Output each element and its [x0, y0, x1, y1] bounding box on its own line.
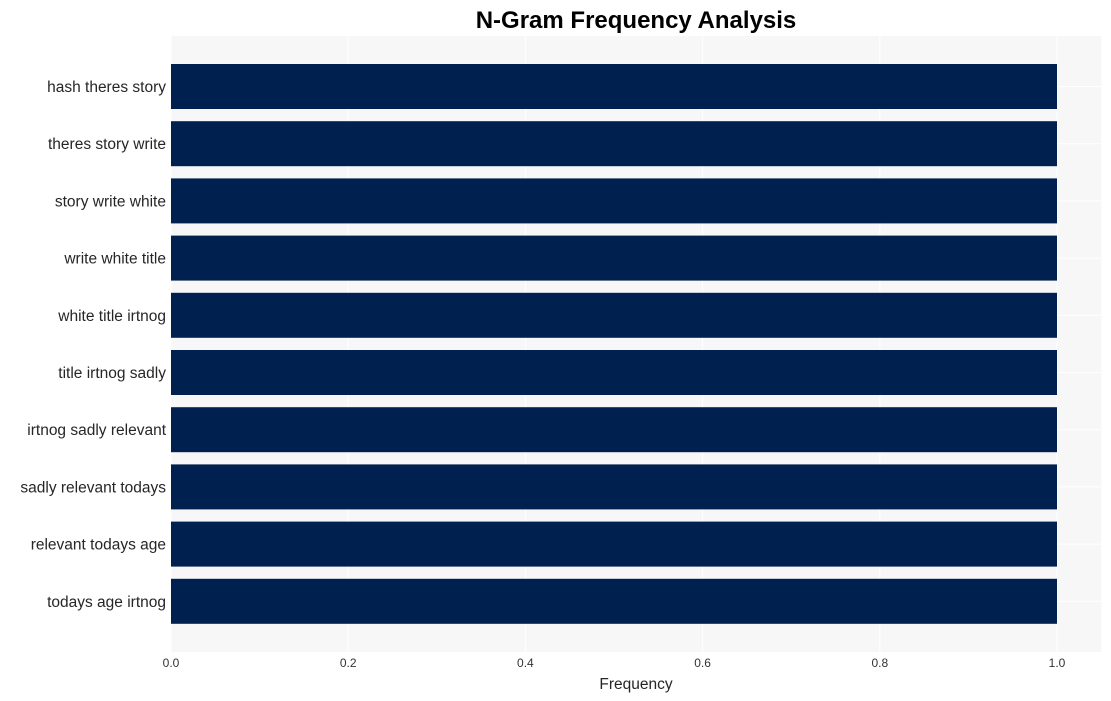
category-labels: hash theres story theres story write story… — [20, 79, 166, 611]
category-label: story write white — [55, 193, 166, 210]
category-label: relevant todays age — [31, 537, 166, 554]
category-label: white title irtnog — [57, 308, 166, 325]
x-tick-labels: 0.0 0.2 0.4 0.6 0.8 1.0 — [163, 656, 1066, 670]
x-tick-label: 0.4 — [517, 656, 534, 670]
category-label: title irtnog sadly — [58, 365, 166, 382]
category-label: sadly relevant todays — [20, 479, 166, 496]
x-tick-label: 0.2 — [340, 656, 357, 670]
bar — [171, 578, 1057, 624]
bar — [171, 121, 1057, 167]
category-label: todays age irtnog — [47, 594, 166, 611]
x-tick-label: 0.6 — [694, 656, 711, 670]
bar — [171, 292, 1057, 338]
x-axis-label: Frequency — [599, 676, 672, 693]
bar — [171, 350, 1057, 395]
x-tick-label: 0.0 — [163, 656, 180, 670]
x-tick-label: 0.8 — [871, 656, 888, 670]
bar — [171, 64, 1057, 109]
category-label: theres story write — [48, 136, 166, 153]
category-label: irtnog sadly relevant — [27, 422, 166, 439]
x-tick-label: 1.0 — [1049, 656, 1066, 670]
bar — [171, 235, 1057, 281]
category-label: write white title — [63, 251, 166, 268]
bar — [171, 464, 1057, 510]
ngram-bar-chart: hash theres story theres story write story… — [20, 7, 1102, 693]
bar — [171, 521, 1057, 567]
chart-title: N-Gram Frequency Analysis — [476, 7, 797, 34]
bar — [171, 407, 1057, 453]
bar — [171, 178, 1057, 224]
category-label: hash theres story — [47, 79, 166, 96]
